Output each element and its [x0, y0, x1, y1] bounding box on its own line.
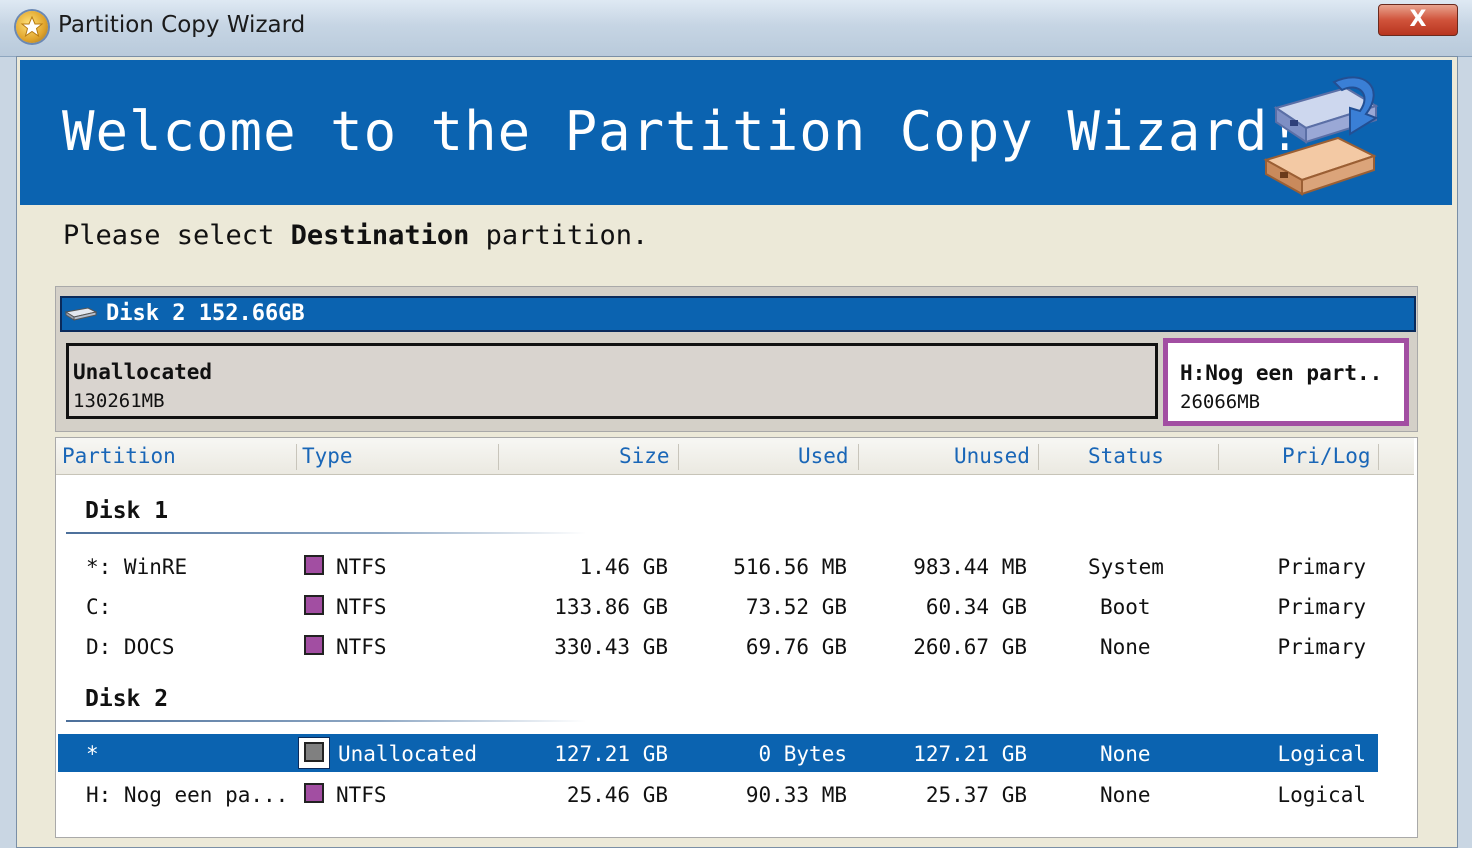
segment-partition-h[interactable]: H:Nog een part.. 26066MB — [1163, 338, 1409, 426]
cell-type: NTFS — [336, 555, 387, 579]
cell-status: None — [1100, 783, 1151, 807]
cell-size: 25.46 GB — [566, 783, 668, 807]
segment-name: Unallocated — [73, 360, 213, 384]
cell-unused: 25.37 GB — [925, 783, 1027, 807]
instruction-prefix: Please select — [63, 220, 275, 251]
column-header-size[interactable]: Size — [619, 444, 670, 468]
cell-size: 127.21 GB — [554, 742, 668, 766]
hard-disk-icon — [64, 306, 98, 325]
wizard-banner: Welcome to the Partition Copy Wizard! — [20, 60, 1452, 205]
column-divider[interactable] — [1378, 444, 1379, 470]
ntfs-swatch-icon — [304, 783, 324, 803]
close-icon: X — [1409, 7, 1427, 32]
column-header-used[interactable]: Used — [798, 444, 849, 468]
segment-unallocated[interactable]: Unallocated 130261MB — [66, 343, 1158, 419]
segment-name: H:Nog een part.. — [1180, 361, 1383, 385]
title-bar[interactable]: Partition Copy Wizard X — [0, 0, 1472, 57]
table-row[interactable]: C: NTFS 133.86 GB 73.52 GB 60.34 GB Boot… — [58, 587, 1378, 625]
cell-type: Unallocated — [338, 742, 478, 766]
segment-size: 130261MB — [73, 390, 165, 412]
cell-used: 73.52 GB — [745, 595, 847, 619]
cell-size: 330.43 GB — [554, 635, 668, 659]
table-row[interactable]: H: Nog een pa... NTFS 25.46 GB 90.33 MB … — [58, 775, 1378, 813]
group-divider — [66, 532, 586, 534]
column-header-prilog[interactable]: Pri/Log — [1282, 444, 1371, 468]
disk-map-header[interactable]: Disk 2 152.66GB — [60, 296, 1416, 332]
cell-partition: D: DOCS — [86, 635, 175, 659]
table-header: Partition Type Size Used Unused Status P… — [56, 438, 1414, 475]
cell-used: 516.56 MB — [733, 555, 847, 579]
cell-partition: C: — [86, 595, 112, 619]
cell-type: NTFS — [336, 783, 387, 807]
segment-size: 26066MB — [1180, 391, 1261, 413]
ntfs-swatch-icon — [304, 635, 324, 655]
group-label-disk-2: Disk 2 — [85, 686, 169, 712]
column-header-unused[interactable]: Unused — [954, 444, 1030, 468]
close-button[interactable]: X — [1378, 4, 1458, 36]
cell-size: 1.46 GB — [579, 555, 668, 579]
instruction-text: Please select Destination partition. — [63, 220, 648, 251]
cell-unused: 983.44 MB — [913, 555, 1027, 579]
cell-type: NTFS — [336, 595, 387, 619]
disk-copy-icon — [1246, 68, 1406, 202]
column-divider[interactable] — [1038, 444, 1039, 470]
column-header-status[interactable]: Status — [1088, 444, 1164, 468]
column-divider[interactable] — [1218, 444, 1219, 470]
banner-title: Welcome to the Partition Copy Wizard! — [62, 100, 1302, 163]
instruction-emphasis: Destination — [290, 220, 470, 251]
cell-partition: * — [86, 742, 99, 766]
cell-prilog: Primary — [1277, 555, 1366, 579]
cell-status: None — [1100, 742, 1151, 766]
group-divider — [66, 720, 586, 722]
cell-partition: H: Nog een pa... — [86, 783, 289, 807]
cell-prilog: Logical — [1277, 783, 1366, 807]
column-divider[interactable] — [498, 444, 499, 470]
disk-map-title: Disk 2 152.66GB — [106, 301, 305, 326]
cell-type: NTFS — [336, 635, 387, 659]
column-header-partition[interactable]: Partition — [62, 444, 176, 468]
cell-unused: 260.67 GB — [913, 635, 1027, 659]
cell-unused: 127.21 GB — [913, 742, 1027, 766]
cell-used: 69.76 GB — [745, 635, 847, 659]
cell-unused: 60.34 GB — [925, 595, 1027, 619]
cell-status: None — [1100, 635, 1151, 659]
cell-size: 133.86 GB — [554, 595, 668, 619]
cell-used: 0 Bytes — [758, 742, 847, 766]
cell-prilog: Primary — [1277, 595, 1366, 619]
column-divider[interactable] — [296, 444, 297, 470]
column-divider[interactable] — [678, 444, 679, 470]
table-row-selected[interactable]: * Unallocated 127.21 GB 0 Bytes 127.21 G… — [58, 734, 1378, 772]
unallocated-swatch-icon — [304, 742, 324, 762]
window-title: Partition Copy Wizard — [58, 12, 306, 38]
cell-partition: *: WinRE — [86, 555, 188, 579]
ntfs-swatch-icon — [304, 595, 324, 615]
column-header-type[interactable]: Type — [302, 444, 353, 468]
table-row[interactable]: *: WinRE NTFS 1.46 GB 516.56 MB 983.44 M… — [58, 547, 1378, 585]
group-label-disk-1: Disk 1 — [85, 498, 169, 524]
ntfs-swatch-icon — [304, 555, 324, 575]
table-row[interactable]: D: DOCS NTFS 330.43 GB 69.76 GB 260.67 G… — [58, 627, 1378, 665]
cell-prilog: Logical — [1277, 742, 1366, 766]
cell-used: 90.33 MB — [745, 783, 847, 807]
column-divider[interactable] — [858, 444, 859, 470]
instruction-suffix: partition. — [485, 220, 649, 251]
cell-status: Boot — [1100, 595, 1151, 619]
wizard-star-icon — [16, 11, 48, 43]
cell-prilog: Primary — [1277, 635, 1366, 659]
cell-status: System — [1088, 555, 1164, 579]
